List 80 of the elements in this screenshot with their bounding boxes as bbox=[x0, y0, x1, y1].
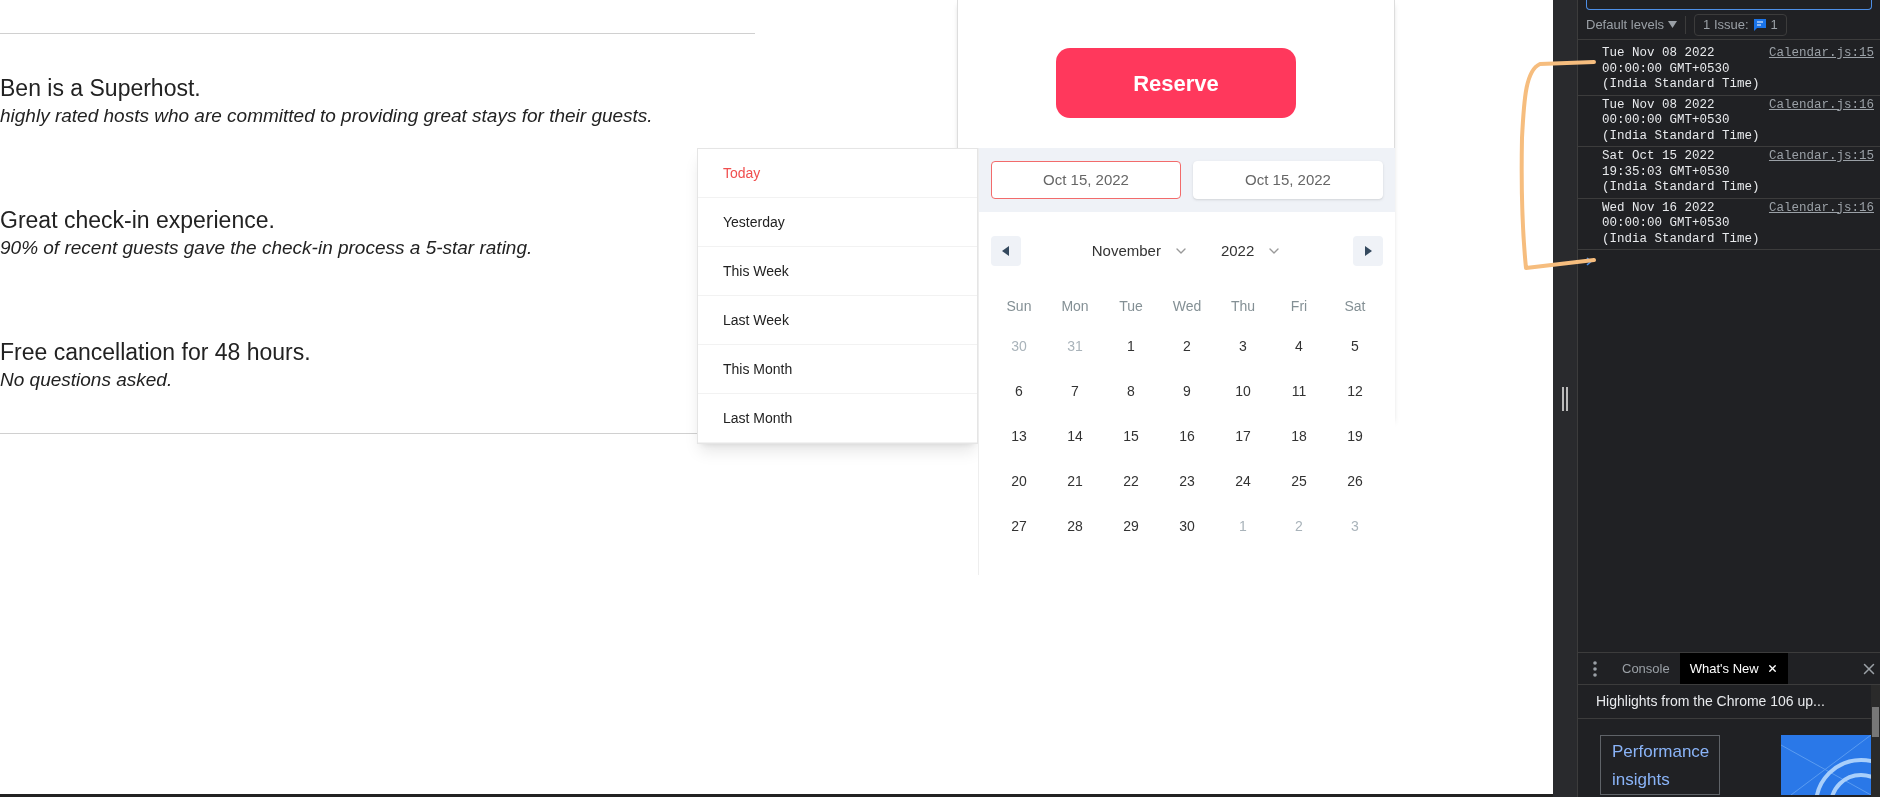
preset-option[interactable]: Last Week bbox=[698, 296, 977, 345]
calendar-day[interactable]: 19 bbox=[1347, 426, 1363, 447]
weekday-label: Sat bbox=[1344, 296, 1366, 316]
calendar-day[interactable]: 1 bbox=[1127, 336, 1135, 357]
preset-option[interactable]: This Month bbox=[698, 345, 977, 394]
feature-title: Ben is a Superhost. bbox=[0, 74, 201, 103]
calendar-day[interactable]: 22 bbox=[1123, 471, 1139, 492]
weekday-label: Tue bbox=[1119, 296, 1143, 316]
calendar-day[interactable]: 18 bbox=[1291, 426, 1307, 447]
log-levels-dropdown[interactable]: Default levels bbox=[1586, 14, 1678, 35]
month-select[interactable]: November bbox=[1091, 239, 1189, 263]
weekday-label: Thu bbox=[1230, 296, 1256, 316]
feature-title: Free cancellation for 48 hours. bbox=[0, 338, 311, 367]
calendar-day[interactable]: 15 bbox=[1123, 426, 1139, 447]
more-options-icon[interactable] bbox=[1593, 660, 1597, 677]
next-month-button[interactable] bbox=[1353, 236, 1383, 266]
issues-button[interactable]: 1 Issue: 1 bbox=[1694, 13, 1787, 36]
calendar-day[interactable]: 5 bbox=[1351, 336, 1359, 357]
weekday-label: Fri bbox=[1290, 296, 1308, 316]
calendar-day[interactable]: 16 bbox=[1179, 426, 1195, 447]
calendar-day[interactable]: 10 bbox=[1235, 381, 1251, 402]
calendar-day[interactable]: 24 bbox=[1235, 471, 1251, 492]
calendar-day[interactable]: 27 bbox=[1011, 516, 1027, 537]
preset-option[interactable]: Today bbox=[698, 149, 977, 198]
resize-handle-icon bbox=[1562, 386, 1568, 411]
issues-count: 1 bbox=[1770, 15, 1778, 34]
calendar-day[interactable]: 14 bbox=[1067, 426, 1083, 447]
feature-title: Great check-in experience. bbox=[0, 206, 275, 235]
triangle-left-icon bbox=[1002, 246, 1010, 256]
log-message: Sat Oct 15 2022 19:35:03 GMT+0530 (India Standard Time) bbox=[1602, 149, 1761, 196]
calendar-day[interactable]: 8 bbox=[1127, 381, 1135, 402]
calendar-day[interactable]: 9 bbox=[1183, 381, 1191, 402]
calendar-day[interactable]: 29 bbox=[1123, 516, 1139, 537]
feature-description: highly rated hosts who are committed to providing great stays for their guests. bbox=[0, 104, 653, 128]
calendar-day[interactable]: 17 bbox=[1235, 426, 1251, 447]
drawer-tab[interactable]: What's New bbox=[1679, 653, 1788, 684]
calendar-day[interactable]: 12 bbox=[1347, 381, 1363, 402]
message-icon bbox=[1752, 17, 1767, 32]
calendar-day[interactable]: 25 bbox=[1291, 471, 1307, 492]
weekday-label: Wed bbox=[1172, 296, 1202, 316]
drawer-tab[interactable]: Console bbox=[1612, 653, 1680, 684]
log-message: Tue Nov 08 2022 00:00:00 GMT+0530 (India Standard Time) bbox=[1602, 46, 1761, 93]
date-input[interactable]: Oct 15, 2022 bbox=[1193, 161, 1383, 199]
calendar-day[interactable]: 7 bbox=[1071, 381, 1079, 402]
weekday-label: Sun bbox=[1006, 296, 1032, 316]
close-icon[interactable] bbox=[1766, 663, 1778, 674]
scrollbar[interactable] bbox=[1871, 685, 1880, 797]
calendar-day[interactable]: 20 bbox=[1011, 471, 1027, 492]
calendar-day[interactable]: 13 bbox=[1011, 426, 1027, 447]
feature-link[interactable]: Performance insights bbox=[1600, 735, 1720, 795]
calendar-day[interactable]: 23 bbox=[1179, 471, 1195, 492]
year-select[interactable]: 2022 bbox=[1220, 239, 1283, 263]
preset-option[interactable]: Last Month bbox=[698, 394, 977, 443]
calendar-day[interactable]: 30 bbox=[1179, 516, 1195, 537]
preset-option[interactable]: Yesterday bbox=[698, 198, 977, 247]
calendar-day[interactable]: 26 bbox=[1347, 471, 1363, 492]
calendar-day[interactable]: 28 bbox=[1067, 516, 1083, 537]
source-link[interactable]: Calendar.js:16 bbox=[1768, 200, 1874, 216]
source-link[interactable]: Calendar.js:15 bbox=[1768, 46, 1874, 62]
log-message: Tue Nov 08 2022 00:00:00 GMT+0530 (India Standard Time) bbox=[1602, 97, 1761, 144]
source-link[interactable]: Calendar.js:16 bbox=[1768, 97, 1874, 113]
calendar-day[interactable]: 3 bbox=[1239, 336, 1247, 357]
feature-description: 90% of recent guests gave the check-in process a 5-star rating. bbox=[0, 236, 533, 260]
calendar-day[interactable]: 11 bbox=[1291, 381, 1307, 402]
calendar-day[interactable]: 4 bbox=[1295, 336, 1303, 357]
preset-option[interactable]: This Week bbox=[698, 247, 977, 296]
date-input[interactable]: Oct 15, 2022 bbox=[991, 161, 1181, 199]
previous-month-button[interactable] bbox=[991, 236, 1021, 266]
weekday-label: Mon bbox=[1061, 296, 1089, 316]
calendar-day[interactable]: 2 bbox=[1183, 336, 1191, 357]
feature-description: No questions asked. bbox=[0, 368, 173, 392]
source-link[interactable]: Calendar.js:15 bbox=[1768, 149, 1874, 165]
log-message: Wed Nov 16 2022 00:00:00 GMT+0530 (India Standard Time) bbox=[1602, 200, 1761, 247]
issues-label: 1 Issue: bbox=[1703, 15, 1749, 34]
prompt-chevron-icon bbox=[1586, 256, 1593, 266]
reserve-button[interactable]: Reserve bbox=[1056, 48, 1296, 118]
triangle-right-icon bbox=[1364, 246, 1372, 256]
caret-down-icon bbox=[1668, 21, 1678, 28]
calendar-day[interactable]: 21 bbox=[1067, 471, 1083, 492]
calendar-day[interactable]: 6 bbox=[1015, 381, 1023, 402]
